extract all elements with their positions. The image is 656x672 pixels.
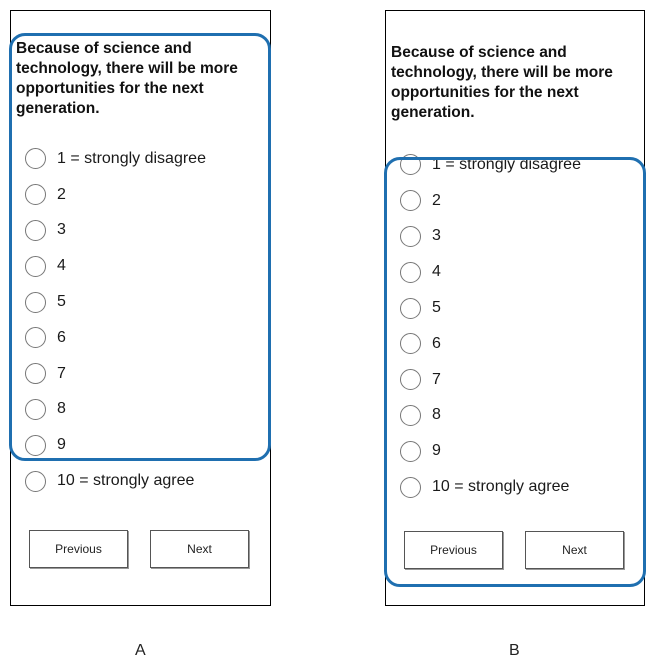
- panel-label-a: A: [135, 642, 146, 659]
- option-label: 4: [57, 257, 66, 275]
- option-label: 8: [432, 406, 441, 424]
- option-label: 1 = strongly disagree: [432, 155, 581, 173]
- radio-button[interactable]: [400, 154, 421, 176]
- option-5[interactable]: 5: [400, 290, 581, 326]
- option-label: 1 = strongly disagree: [57, 149, 206, 167]
- option-7[interactable]: 7: [25, 356, 206, 392]
- option-2[interactable]: 2: [25, 177, 206, 213]
- option-label: 2: [432, 191, 441, 209]
- survey-screen-a: Because of science and technology, there…: [10, 10, 271, 606]
- radio-button[interactable]: [25, 219, 46, 241]
- survey-screen-b: Because of science and technology, there…: [385, 10, 645, 606]
- radio-button[interactable]: [400, 297, 421, 319]
- option-label: 5: [432, 299, 441, 317]
- option-label: 6: [432, 334, 441, 352]
- option-1[interactable]: 1 = strongly disagree: [25, 141, 206, 177]
- radio-button[interactable]: [400, 261, 421, 283]
- option-3[interactable]: 3: [25, 213, 206, 249]
- option-label: 3: [57, 221, 66, 239]
- option-label: 2: [57, 185, 66, 203]
- option-4[interactable]: 4: [25, 248, 206, 284]
- radio-button[interactable]: [25, 148, 46, 170]
- option-label: 10 = strongly agree: [432, 478, 570, 496]
- radio-button[interactable]: [25, 398, 46, 420]
- option-4[interactable]: 4: [400, 254, 581, 290]
- option-5[interactable]: 5: [25, 284, 206, 320]
- option-6[interactable]: 6: [400, 326, 581, 362]
- option-9[interactable]: 9: [400, 433, 581, 469]
- option-8[interactable]: 8: [25, 392, 206, 428]
- radio-button[interactable]: [400, 225, 421, 247]
- radio-button[interactable]: [25, 255, 46, 277]
- option-label: 5: [57, 293, 66, 311]
- option-3[interactable]: 3: [400, 219, 581, 255]
- option-6[interactable]: 6: [25, 320, 206, 356]
- radio-button[interactable]: [25, 434, 46, 456]
- radio-button[interactable]: [400, 190, 421, 212]
- option-label: 6: [57, 328, 66, 346]
- radio-button[interactable]: [400, 369, 421, 391]
- next-button[interactable]: Next: [150, 530, 249, 568]
- option-7[interactable]: 7: [400, 362, 581, 398]
- option-label: 4: [432, 263, 441, 281]
- next-button[interactable]: Next: [525, 531, 624, 569]
- option-label: 9: [57, 436, 66, 454]
- option-label: 3: [432, 227, 441, 245]
- option-label: 8: [57, 400, 66, 418]
- radio-button[interactable]: [25, 470, 46, 492]
- rating-options: 1 = strongly disagree 2 3 4 5 6 7 8 9 10…: [25, 141, 206, 499]
- panel-label-b: B: [509, 642, 520, 659]
- radio-button[interactable]: [25, 184, 46, 206]
- radio-button[interactable]: [400, 476, 421, 498]
- radio-button[interactable]: [400, 440, 421, 462]
- option-9[interactable]: 9: [25, 427, 206, 463]
- question-text: Because of science and technology, there…: [391, 44, 613, 121]
- option-label: 7: [57, 364, 66, 382]
- radio-button[interactable]: [25, 291, 46, 313]
- radio-button[interactable]: [25, 363, 46, 385]
- option-2[interactable]: 2: [400, 183, 581, 219]
- radio-button[interactable]: [400, 333, 421, 355]
- question-text: Because of science and technology, there…: [16, 40, 238, 117]
- option-label: 10 = strongly agree: [57, 472, 195, 490]
- previous-button[interactable]: Previous: [29, 530, 128, 568]
- option-1[interactable]: 1 = strongly disagree: [400, 147, 581, 183]
- rating-options: 1 = strongly disagree 2 3 4 5 6 7 8 9 10…: [400, 147, 581, 505]
- radio-button[interactable]: [25, 327, 46, 349]
- option-10[interactable]: 10 = strongly agree: [400, 469, 581, 505]
- option-label: 9: [432, 442, 441, 460]
- option-label: 7: [432, 370, 441, 388]
- option-10[interactable]: 10 = strongly agree: [25, 463, 206, 499]
- option-8[interactable]: 8: [400, 398, 581, 434]
- radio-button[interactable]: [400, 404, 421, 426]
- previous-button[interactable]: Previous: [404, 531, 503, 569]
